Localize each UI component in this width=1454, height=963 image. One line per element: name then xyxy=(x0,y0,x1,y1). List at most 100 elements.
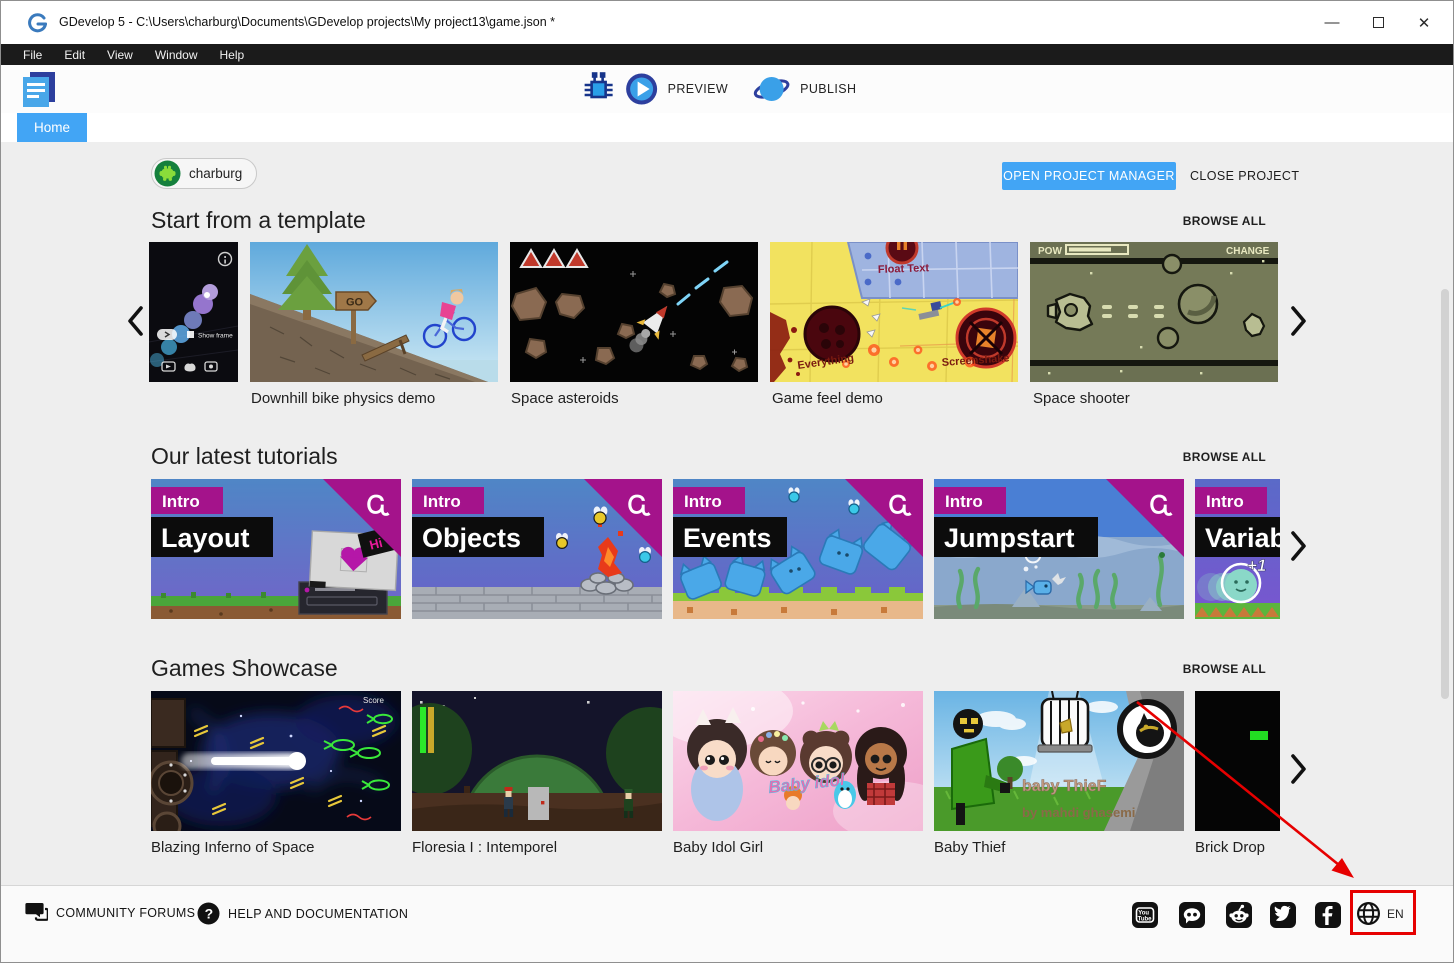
gdevelop-corner-logo: Ꮹ xyxy=(889,492,912,519)
pow-label: POW xyxy=(1038,246,1062,257)
menu-view[interactable]: View xyxy=(96,44,144,65)
close-project-button[interactable]: CLOSE PROJECT xyxy=(1184,162,1305,190)
showcase-card-art-brick-drop xyxy=(1195,691,1280,831)
tutorial-card-events[interactable]: Ꮹ Intro Events xyxy=(673,479,923,619)
showcase-card-baby-idol-girl[interactable]: Baby idol xyxy=(673,691,923,831)
preview-button[interactable]: PREVIEW xyxy=(668,82,728,96)
menu-bar: File Edit View Window Help xyxy=(1,44,1453,65)
showcase-caption: Baby Idol Girl xyxy=(673,839,763,856)
publish-button[interactable]: PUBLISH xyxy=(800,82,856,96)
language-selector[interactable]: EN xyxy=(1356,901,1404,926)
template-card-game-feel-demo[interactable]: Float Text xyxy=(770,242,1018,382)
template-card-space-asteroids[interactable] xyxy=(510,242,758,382)
username: charburg xyxy=(189,166,242,181)
showcase-card-art-blazing-inferno: Score xyxy=(151,691,401,831)
language-label: EN xyxy=(1387,907,1404,921)
youtube-icon[interactable]: You Tube xyxy=(1132,902,1158,928)
tutorial-word: Layout xyxy=(161,523,250,553)
facebook-icon[interactable] xyxy=(1315,902,1341,928)
globe-icon xyxy=(1356,901,1381,926)
gdevelop-window: GDevelop 5 - C:\Users\charburg\Documents… xyxy=(0,0,1454,963)
minimize-icon[interactable]: — xyxy=(1309,1,1355,44)
show-frame-label: Show frame xyxy=(198,333,233,340)
window-controls: — ✕ xyxy=(1309,1,1447,44)
template-card-art-downhill-bike: GO xyxy=(250,242,498,382)
twitter-icon[interactable] xyxy=(1270,902,1296,928)
tutorial-card-art-events: Ꮹ Intro Events xyxy=(673,479,923,619)
templates-browse-all[interactable]: BROWSE ALL xyxy=(1183,214,1266,228)
showcase-browse-all[interactable]: BROWSE ALL xyxy=(1183,662,1266,676)
template-caption: Space asteroids xyxy=(511,390,619,407)
project-manager-icon[interactable] xyxy=(19,70,61,110)
chevron-right-icon[interactable] xyxy=(1289,305,1309,337)
tutorials-browse-all[interactable]: BROWSE ALL xyxy=(1183,450,1266,464)
showcase-section-title: Games Showcase xyxy=(151,655,338,682)
preview-play-icon[interactable] xyxy=(625,72,659,106)
menu-file[interactable]: File xyxy=(1,44,53,65)
tab-home[interactable]: Home xyxy=(17,113,87,142)
showcase-carousel: Score xyxy=(151,691,1280,831)
tutorial-word: Objects xyxy=(422,523,521,553)
templates-section-title: Start from a template xyxy=(151,207,366,234)
community-forums-link[interactable]: COMMUNITY FORUMS xyxy=(25,902,195,924)
gdevelop-corner-logo: Ꮹ xyxy=(628,492,651,519)
template-caption: Downhill bike physics demo xyxy=(251,390,435,407)
svg-text:?: ? xyxy=(205,906,214,922)
maximize-icon[interactable] xyxy=(1355,1,1401,44)
chevron-left-icon[interactable] xyxy=(125,305,145,337)
template-card-space-shooter[interactable]: POW CHANGE xyxy=(1030,242,1278,382)
showcase-card-art-baby-idol: Baby idol xyxy=(673,691,923,831)
tutorial-card-objects[interactable]: Ꮹ Intro Objects xyxy=(412,479,662,619)
reddit-icon[interactable] xyxy=(1226,902,1252,928)
tutorial-card-variables-partial[interactable]: +1 Intro Variab xyxy=(1195,479,1280,619)
tutorial-card-jumpstart[interactable]: Ꮹ Intro Jumpstart xyxy=(934,479,1184,619)
svg-text:Tube: Tube xyxy=(1138,917,1153,923)
showcase-card-blazing-inferno[interactable]: Score xyxy=(151,691,401,831)
editor-tab-bar: Home xyxy=(1,113,1453,142)
template-card-comet-partial[interactable]: Show frame xyxy=(149,242,238,382)
score-label: Score xyxy=(363,696,384,705)
showcase-card-baby-thief[interactable]: baby ThieF by mahdi ghasemi xyxy=(934,691,1184,831)
tutorial-badge: Intro xyxy=(684,492,722,511)
showcase-card-brick-drop-partial[interactable] xyxy=(1195,691,1280,831)
template-card-downhill-bike[interactable]: GO xyxy=(250,242,498,382)
tutorial-card-layout[interactable]: Hi Ꮹ Intro Layout xyxy=(151,479,401,619)
template-caption: Game feel demo xyxy=(772,390,883,407)
gdevelop-corner-logo: Ꮹ xyxy=(1150,492,1173,519)
showcase-caption: Brick Drop xyxy=(1195,839,1265,856)
tutorial-word: Variab xyxy=(1205,523,1280,553)
showcase-card-art-baby-thief: baby ThieF by mahdi ghasemi xyxy=(934,691,1184,831)
open-project-manager-button[interactable]: OPEN PROJECT MANAGER xyxy=(1002,162,1176,190)
publish-planet-icon[interactable] xyxy=(753,72,791,106)
debug-icon[interactable] xyxy=(582,72,616,106)
help-documentation-label: HELP AND DOCUMENTATION xyxy=(228,907,408,921)
menu-window[interactable]: Window xyxy=(144,44,209,65)
go-sign-label: GO xyxy=(346,297,364,309)
help-icon: ? xyxy=(197,902,220,925)
menu-edit[interactable]: Edit xyxy=(53,44,96,65)
template-card-art-space-shooter: POW CHANGE xyxy=(1030,242,1278,382)
tutorials-section-title: Our latest tutorials xyxy=(151,443,338,470)
user-account-chip[interactable]: charburg xyxy=(151,158,257,189)
menu-help[interactable]: Help xyxy=(209,44,256,65)
showcase-caption: Baby Thief xyxy=(934,839,1005,856)
showcase-card-floresia[interactable] xyxy=(412,691,662,831)
avatar xyxy=(154,160,181,187)
showcase-caption: Blazing Inferno of Space xyxy=(151,839,314,856)
forum-icon xyxy=(25,902,48,924)
tutorial-badge: Intro xyxy=(945,492,983,511)
showcase-caption: Floresia I : Intemporel xyxy=(412,839,557,856)
template-card-art-space-asteroids xyxy=(510,242,758,382)
help-documentation-link[interactable]: ? HELP AND DOCUMENTATION xyxy=(197,902,408,925)
vertical-scrollbar[interactable] xyxy=(1441,289,1449,699)
close-icon[interactable]: ✕ xyxy=(1401,1,1447,44)
footer-bar: COMMUNITY FORUMS ? HELP AND DOCUMENTATIO… xyxy=(1,885,1453,963)
chevron-right-icon[interactable] xyxy=(1289,753,1309,785)
tutorial-card-art-variables: +1 Intro Variab xyxy=(1195,479,1280,619)
svg-text:You: You xyxy=(1138,910,1149,916)
baby-thief-title: baby ThieF xyxy=(1022,778,1107,795)
tutorial-badge: Intro xyxy=(1206,492,1244,511)
chevron-right-icon[interactable] xyxy=(1289,530,1309,562)
window-title: GDevelop 5 - C:\Users\charburg\Documents… xyxy=(59,15,555,29)
discord-icon[interactable] xyxy=(1179,902,1205,928)
